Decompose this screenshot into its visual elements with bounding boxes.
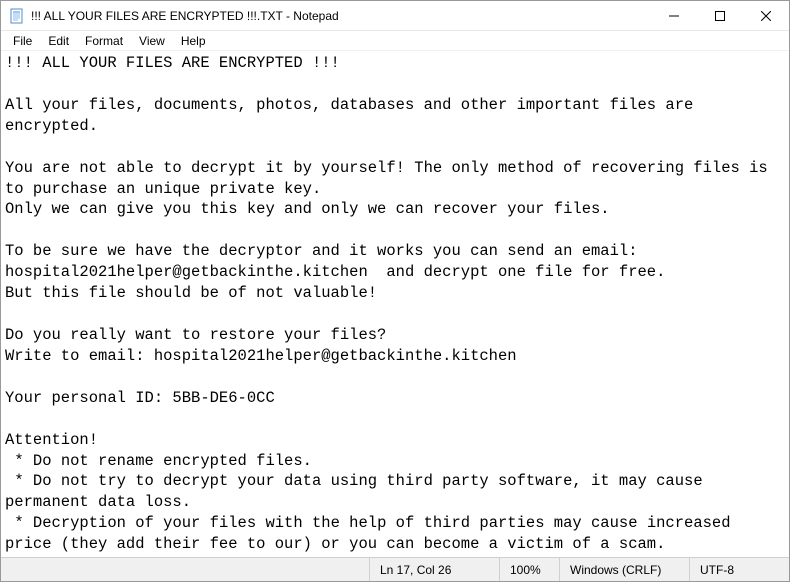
menu-file[interactable]: File [5, 32, 40, 50]
statusbar: Ln 17, Col 26 100% Windows (CRLF) UTF-8 [1, 557, 789, 581]
maximize-button[interactable] [697, 1, 743, 30]
menu-format[interactable]: Format [77, 32, 131, 50]
menu-edit[interactable]: Edit [40, 32, 77, 50]
close-button[interactable] [743, 1, 789, 30]
menubar: File Edit Format View Help [1, 31, 789, 51]
status-line-ending: Windows (CRLF) [559, 558, 689, 581]
text-area[interactable]: !!! ALL YOUR FILES ARE ENCRYPTED !!! All… [1, 51, 789, 557]
window-title: !!! ALL YOUR FILES ARE ENCRYPTED !!!.TXT… [31, 9, 651, 23]
titlebar: !!! ALL YOUR FILES ARE ENCRYPTED !!!.TXT… [1, 1, 789, 31]
status-encoding: UTF-8 [689, 558, 789, 581]
notepad-icon [9, 8, 25, 24]
status-zoom: 100% [499, 558, 559, 581]
menu-help[interactable]: Help [173, 32, 214, 50]
status-position: Ln 17, Col 26 [369, 558, 499, 581]
window-controls [651, 1, 789, 30]
minimize-button[interactable] [651, 1, 697, 30]
menu-view[interactable]: View [131, 32, 173, 50]
